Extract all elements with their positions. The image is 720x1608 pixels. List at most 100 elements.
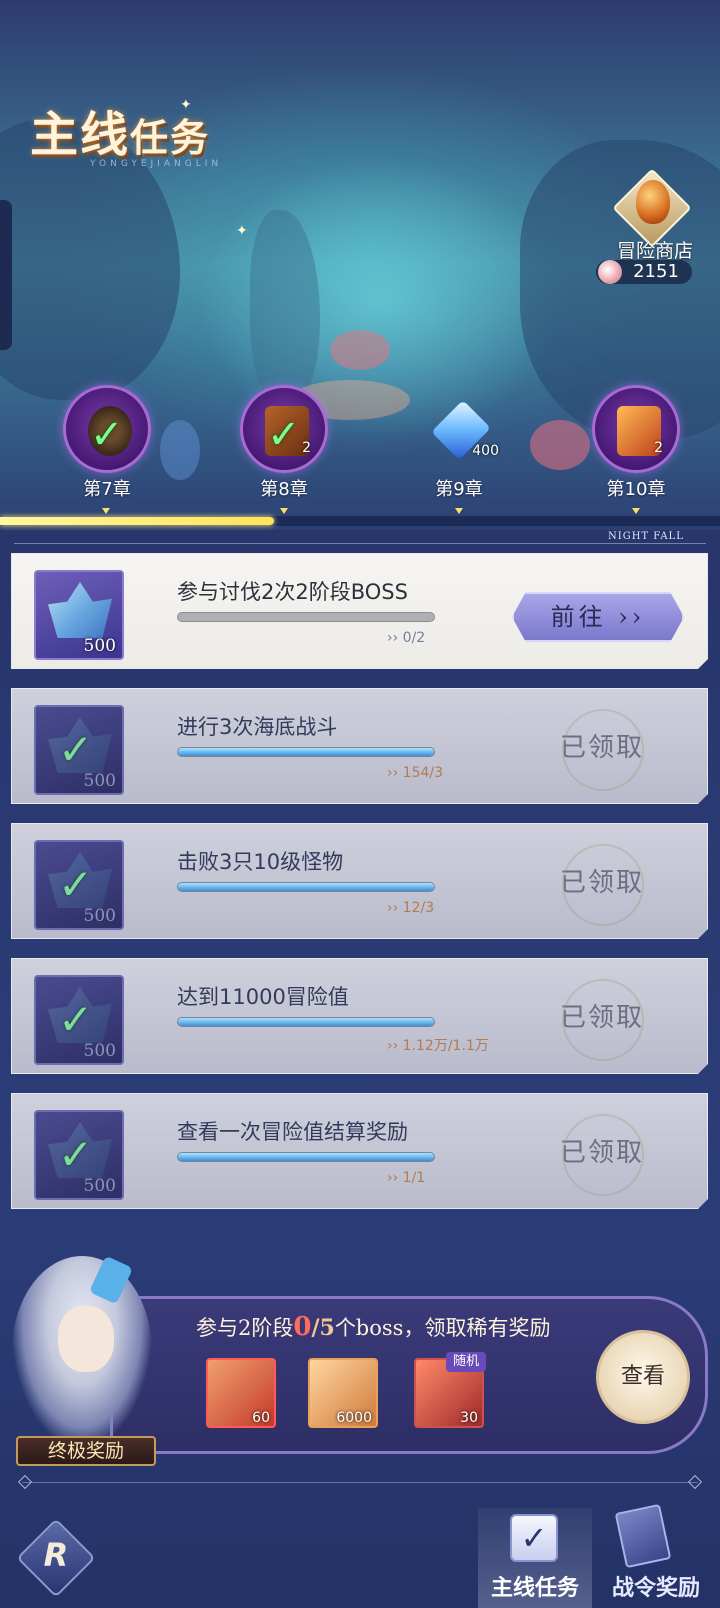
boss-total-count: /5 (311, 1315, 335, 1341)
chapter-10[interactable]: 2 第10章 (589, 385, 683, 501)
task-name: 查看一次冒险值结算奖励 (177, 1120, 408, 1144)
task-card: ✓ 500 进行3次海底战斗 ›› 154/3 已领取 (11, 688, 708, 804)
divider-diamond-icon (17, 1474, 33, 1490)
reward-qty: 500 (83, 906, 116, 926)
crystal-icon (48, 582, 112, 638)
claimed-stamp: 已领取 (522, 1118, 682, 1188)
task-card: 500 参与讨伐2次2阶段BOSS ›› 0/2 前往 ›› (11, 553, 708, 669)
tab-battle-pass-label[interactable]: 战令奖励 (592, 1570, 720, 1602)
nightfall-text: NIGHT FALL (608, 531, 684, 542)
task-reward-thumb[interactable]: ✓ 500 (34, 840, 124, 930)
task-progress-value: 1.12万/1.1万 (402, 1038, 489, 1054)
check-icon: ✓ (90, 412, 124, 458)
reward-qty: 500 (83, 1041, 116, 1061)
task-name: 击败3只10级怪物 (177, 850, 344, 874)
chapter-8[interactable]: ✓ 2 第8章 (237, 385, 331, 501)
chapter-tick (455, 508, 463, 514)
reward-item-crab[interactable]: 60 (206, 1358, 276, 1428)
shop-label[interactable]: 冒险商店 (600, 236, 710, 263)
chapter-9[interactable]: 400 第9章 (412, 385, 506, 501)
reward-title-prefix: 参与2阶段 (196, 1316, 294, 1340)
ultimate-reward-title: 参与2阶段0/5个boss，领取稀有奖励 (196, 1312, 550, 1342)
task-progress-bar (177, 1152, 435, 1162)
task-progress-bar (177, 747, 435, 757)
task-card: ✓ 500 达到11000冒险值 ›› 1.12万/1.1万 已领取 (11, 958, 708, 1074)
title-subtitle: YONGYEJIANGLIN (90, 159, 223, 169)
random-tag: 随机 (446, 1352, 486, 1372)
reward-title-suffix: 个boss，领取稀有奖励 (334, 1316, 551, 1340)
task-reward-thumb[interactable]: ✓ 500 (34, 975, 124, 1065)
task-progress-text: ›› 0/2 (387, 630, 426, 646)
reward-item-pearl[interactable]: 6000 (308, 1358, 378, 1428)
sparkle-icon: ✦ (236, 223, 248, 239)
chapter-label: 第10章 (606, 479, 666, 500)
boss-current-count: 0 (293, 1312, 312, 1342)
tab-main-quest-label[interactable]: 主线任务 (478, 1570, 592, 1602)
chapter-label: 第9章 (435, 479, 483, 500)
chapter-7[interactable]: ✓ 第7章 (60, 385, 154, 501)
task-card: ✓ 500 查看一次冒险值结算奖励 ›› 1/1 已领取 (11, 1093, 708, 1209)
reward-qty: 500 (83, 771, 116, 791)
chapter-label: 第7章 (83, 479, 131, 500)
check-icon: ✓ (267, 412, 301, 458)
reward-qty: 30 (460, 1410, 478, 1426)
go-button[interactable]: 前往 ›› (512, 592, 684, 642)
go-button-label: 前往 (550, 603, 607, 631)
task-progress-fill (178, 1153, 434, 1161)
claimed-stamp: 已领取 (522, 983, 682, 1053)
task-progress-text: ›› 12/3 (387, 900, 435, 916)
chapter-label: 第8章 (260, 479, 308, 500)
task-reward-thumb[interactable]: ✓ 500 (34, 705, 124, 795)
chapter-tick (632, 508, 640, 514)
reward-qty: 500 (83, 1176, 116, 1196)
task-progress-bar (177, 1017, 435, 1027)
reward-qty: 6000 (336, 1410, 372, 1426)
task-progress-value: 154/3 (402, 765, 444, 781)
check-icon: ✓ (58, 995, 94, 1044)
task-name: 参与讨伐2次2阶段BOSS (177, 580, 408, 604)
title-part1: 主线 (30, 107, 131, 163)
task-card: ✓ 500 击败3只10级怪物 ›› 12/3 已领取 (11, 823, 708, 939)
claimed-stamp: 已领取 (522, 713, 682, 783)
sparkle-icon: ✦ (180, 97, 192, 113)
item-count: 2 (654, 440, 663, 456)
battle-pass-card-icon[interactable] (614, 1503, 672, 1569)
check-icon: ✓ (58, 725, 94, 774)
item-count: 400 (472, 443, 499, 459)
task-reward-thumb[interactable]: ✓ 500 (34, 1110, 124, 1200)
side-drawer-handle[interactable] (0, 200, 12, 350)
task-progress-fill (178, 748, 434, 756)
chapter-tick (280, 508, 288, 514)
view-button[interactable]: 查看 (596, 1330, 690, 1424)
task-name: 达到11000冒险值 (177, 985, 349, 1009)
divider-diamond-icon (687, 1474, 703, 1490)
task-progress-fill (178, 1018, 434, 1026)
chapter-progress-fill (0, 517, 274, 525)
task-progress-bar (177, 612, 435, 622)
section-divider (14, 543, 706, 544)
task-reward-thumb[interactable]: 500 (34, 570, 124, 660)
bottom-divider (22, 1482, 698, 1483)
task-name: 进行3次海底战斗 (177, 715, 338, 739)
item-count: 2 (302, 440, 311, 456)
page-title: 主线任务 YONGYEJIANGLIN (30, 95, 290, 195)
clipboard-check-icon: ✓ (510, 1514, 558, 1562)
task-progress-bar (177, 882, 435, 892)
task-progress-text: ›› 1/1 (387, 1170, 426, 1186)
home-logo-icon: R (43, 1536, 69, 1574)
chapter-tick (102, 508, 110, 514)
check-icon: ✓ (58, 1130, 94, 1179)
shop-gem-icon (636, 180, 670, 224)
task-progress-text: ›› 1.12万/1.1万 (387, 1038, 489, 1054)
claimed-stamp: 已领取 (522, 848, 682, 918)
task-progress-value: 0/2 (402, 630, 426, 646)
reward-qty: 60 (252, 1410, 270, 1426)
title-part2: 任务 (130, 115, 211, 160)
check-icon: ✓ (58, 860, 94, 909)
task-progress-text: ›› 154/3 (387, 765, 444, 781)
task-progress-value: 12/3 (402, 900, 435, 916)
task-progress-fill (178, 883, 434, 891)
character-face (58, 1306, 114, 1372)
task-progress-value: 1/1 (402, 1170, 426, 1186)
currency-value: 2151 (633, 261, 679, 282)
